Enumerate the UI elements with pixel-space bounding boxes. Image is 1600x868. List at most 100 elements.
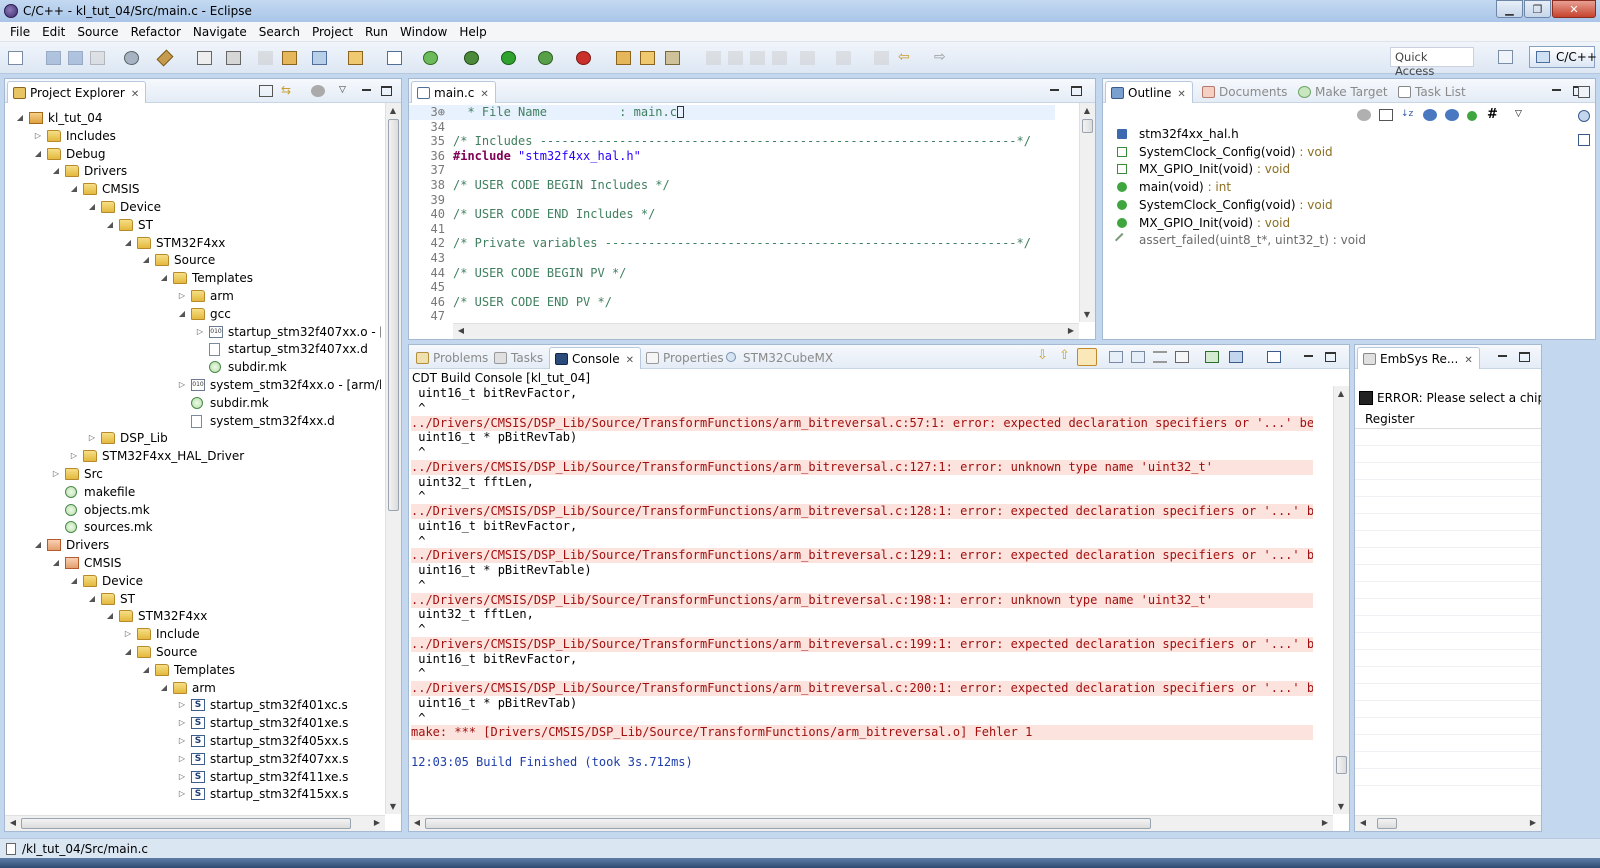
back-arrow-icon[interactable]: ⇦	[898, 50, 913, 65]
minimize-icon[interactable]	[1303, 350, 1315, 362]
register-row[interactable]	[1355, 480, 1541, 497]
outline-item[interactable]: MX_GPIO_Init(void) : void	[1117, 214, 1290, 232]
collapsed-twisty-icon[interactable]: ▷	[123, 625, 133, 643]
register-row[interactable]	[1355, 599, 1541, 616]
register-row[interactable]	[1355, 633, 1541, 650]
tab-problems[interactable]: Problems	[411, 347, 494, 369]
register-row[interactable]	[1355, 735, 1541, 752]
minimize-window-button[interactable]: ▁	[1496, 0, 1523, 18]
expanded-twisty-icon[interactable]: ◢	[177, 305, 187, 323]
expanded-twisty-icon[interactable]: ◢	[69, 572, 79, 590]
scroll-thumb[interactable]	[1336, 756, 1347, 774]
expanded-twisty-icon[interactable]: ◢	[51, 554, 61, 572]
open-folder-icon[interactable]	[640, 51, 655, 65]
maximize-icon[interactable]	[1325, 352, 1336, 362]
expanded-twisty-icon[interactable]: ◢	[33, 145, 43, 163]
minimize-icon[interactable]	[1497, 350, 1509, 362]
close-window-button[interactable]: ✕	[1552, 0, 1596, 18]
embsys-horizontal-scrollbar[interactable]: ◀ ▶	[1355, 815, 1541, 831]
save-all-icon[interactable]	[68, 51, 83, 65]
scroll-thumb[interactable]	[21, 818, 351, 829]
expanded-twisty-icon[interactable]: ◢	[105, 216, 115, 234]
code-line[interactable]: 37	[409, 163, 1055, 178]
code-line[interactable]: 40 /* USER CODE END Includes */	[409, 207, 1055, 222]
scroll-down-arrow-icon[interactable]: ⇩	[1037, 349, 1051, 363]
menu-help[interactable]: Help	[453, 25, 492, 39]
last-edit-icon[interactable]	[874, 51, 889, 65]
menu-run[interactable]: Run	[359, 25, 394, 39]
collapsed-twisty-icon[interactable]: ▷	[69, 447, 79, 465]
new-class-icon[interactable]	[423, 51, 438, 65]
hide-fields-icon[interactable]	[1357, 109, 1371, 121]
code-line[interactable]: 46 /* USER CODE END PV */	[409, 295, 1055, 310]
debug-icon[interactable]	[464, 51, 479, 65]
code-line[interactable]: 45	[409, 280, 1055, 295]
menu-edit[interactable]: Edit	[36, 25, 71, 39]
scroll-thumb[interactable]	[388, 119, 399, 511]
expanded-twisty-icon[interactable]: ◢	[51, 162, 61, 180]
expanded-twisty-icon[interactable]: ◢	[141, 251, 151, 269]
close-icon[interactable]: ✕	[480, 89, 488, 100]
code-line[interactable]: 38 /* USER CODE BEGIN Includes */	[409, 178, 1055, 193]
register-row[interactable]	[1355, 565, 1541, 582]
console-vertical-scrollbar[interactable]: ▲ ▼	[1333, 386, 1349, 814]
expanded-twisty-icon[interactable]: ◢	[123, 234, 133, 252]
sort-icon[interactable]: ↓z	[1401, 109, 1415, 121]
menu-window[interactable]: Window	[394, 25, 453, 39]
scroll-thumb[interactable]	[1082, 119, 1093, 133]
expanded-twisty-icon[interactable]: ◢	[33, 536, 43, 554]
scroll-up-arrow-icon[interactable]: ⇧	[1059, 349, 1073, 363]
tab-stm32cubemx[interactable]: STM32CubeMX	[721, 347, 839, 369]
scroll-lock-icon[interactable]	[1077, 348, 1097, 366]
build-config-icon[interactable]	[124, 51, 139, 65]
collapsed-twisty-icon[interactable]: ▷	[177, 287, 187, 305]
outline-item[interactable]: main(void) : int	[1117, 178, 1231, 196]
hide-members-icon[interactable]	[1467, 111, 1477, 121]
hide-static-icon[interactable]	[1423, 109, 1437, 121]
collapsed-twisty-icon[interactable]: ▷	[177, 768, 187, 786]
run-configurations-icon[interactable]	[538, 51, 553, 65]
collapsed-twisty-icon[interactable]: ▷	[51, 465, 61, 483]
console-output[interactable]: uint16_t bitRevFactor, ^ ../Drivers/CMSIS…	[409, 386, 1333, 813]
menu-file[interactable]: File	[4, 25, 36, 39]
maximize-icon[interactable]	[381, 86, 392, 96]
tab-properties[interactable]: Properties	[641, 347, 730, 369]
scroll-thumb[interactable]	[425, 818, 1151, 829]
collapsed-twisty-icon[interactable]: ▷	[177, 696, 187, 714]
project-tree-vertical-scrollbar[interactable]: ▲ ▼	[385, 103, 401, 814]
open-type-icon[interactable]	[282, 51, 297, 65]
debug-view-icon[interactable]	[1578, 110, 1590, 122]
prev-annotation-icon[interactable]	[836, 51, 851, 65]
open-element-icon[interactable]	[616, 51, 631, 65]
register-row[interactable]	[1355, 650, 1541, 667]
new-console-icon[interactable]	[1267, 351, 1281, 363]
register-row[interactable]	[1355, 463, 1541, 480]
scroll-thumb[interactable]	[1377, 818, 1397, 829]
expanded-twisty-icon[interactable]: ◢	[159, 679, 169, 697]
outline-item[interactable]: MX_GPIO_Init(void) : void	[1117, 160, 1290, 178]
code-line[interactable]: 39	[409, 193, 1055, 208]
collapsed-twisty-icon[interactable]: ▷	[177, 785, 187, 803]
menu-source[interactable]: Source	[71, 25, 124, 39]
save-icon[interactable]	[46, 51, 61, 65]
expanded-twisty-icon[interactable]: ◢	[105, 607, 115, 625]
pilcrow-icon[interactable]	[772, 51, 787, 65]
code-line[interactable]: 35 /* Includes --------------------------…	[409, 134, 1055, 149]
outline-item[interactable]: SystemClock_Config(void) : void	[1117, 143, 1333, 161]
menu-navigate[interactable]: Navigate	[187, 25, 253, 39]
minimize-icon[interactable]	[361, 84, 373, 96]
run-icon[interactable]	[501, 51, 516, 65]
toggle-mark-icon[interactable]	[706, 51, 721, 65]
maximize-icon[interactable]	[1519, 352, 1530, 362]
maximize-icon[interactable]	[1071, 86, 1082, 96]
tab-main-c[interactable]: main.c ✕	[411, 81, 496, 103]
collapsed-twisty-icon[interactable]: ▷	[177, 714, 187, 732]
expanded-twisty-icon[interactable]: ◢	[15, 109, 25, 127]
tab-make-target[interactable]: Make Target	[1293, 81, 1394, 103]
build-hammer-icon[interactable]	[156, 49, 174, 67]
memory-view-icon[interactable]	[1578, 134, 1590, 146]
register-row[interactable]	[1355, 531, 1541, 548]
expanded-twisty-icon[interactable]: ◢	[87, 198, 97, 216]
menu-refactor[interactable]: Refactor	[125, 25, 187, 39]
register-row[interactable]	[1355, 684, 1541, 701]
